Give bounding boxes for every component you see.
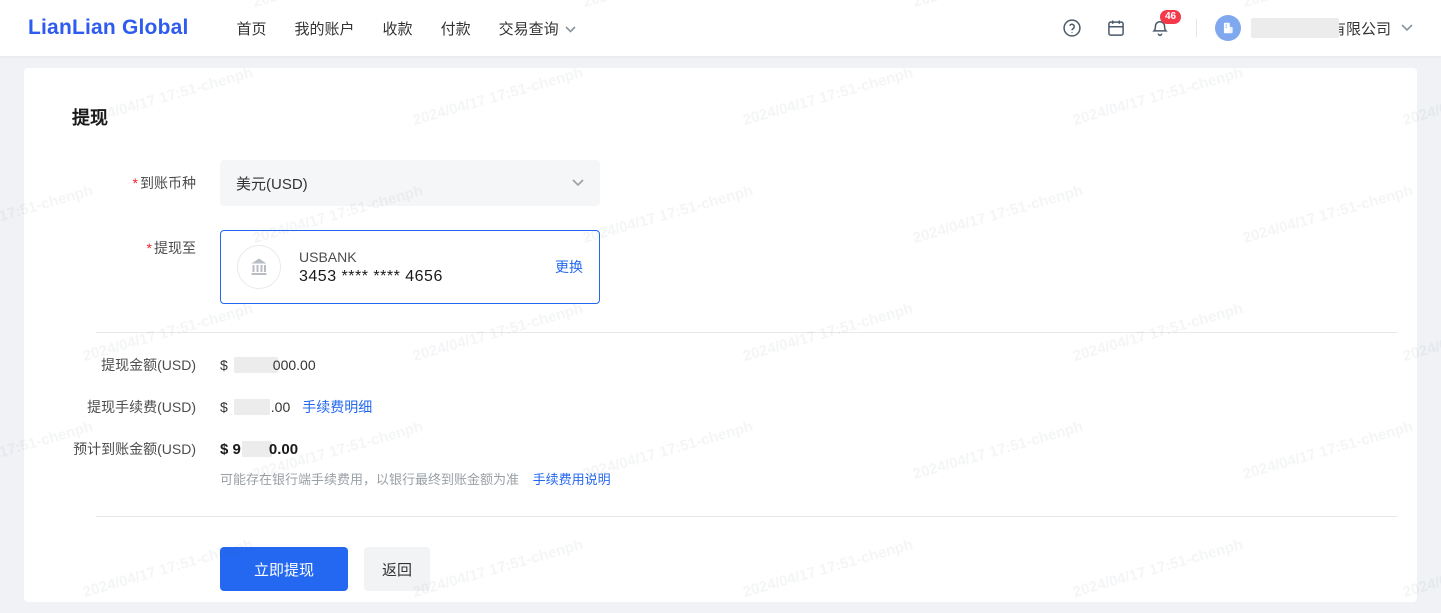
calendar-icon[interactable] [1106, 18, 1126, 38]
lianlian-global-logo[interactable]: LianLian Global [28, 16, 189, 40]
bank-account-card[interactable]: USBANK 3453 **** **** 4656 更换 [220, 230, 600, 304]
fee-detail-link[interactable]: 手续费明细 [302, 397, 372, 417]
nav-item-transactions[interactable]: 交易查询 [485, 18, 590, 39]
estimated-amount-row: 预计到账金额(USD) $ 9 0.00 [72, 439, 1417, 459]
company-name-redaction [1250, 18, 1339, 38]
withdraw-to-label: * 提现至 [146, 240, 196, 256]
company-avatar [1214, 15, 1241, 41]
bank-fee-note-row: 可能存在银行端手续费用，以银行最终到账金额为准 手续费用说明 [72, 469, 1417, 488]
withdraw-amount-value: $ 000.00 [220, 357, 316, 373]
chevron-down-icon [572, 174, 584, 192]
withdraw-amount-label: 提现金额(USD) [101, 357, 196, 373]
company-name: 有限公司 [1330, 20, 1391, 38]
main-nav: 首页 我的账户 收款 付款 交易查询 [223, 18, 590, 39]
change-bank-link[interactable]: 更换 [555, 257, 583, 277]
bank-name: USBANK [299, 248, 357, 265]
chevron-down-icon [565, 20, 576, 37]
chevron-down-icon [1401, 19, 1413, 37]
amount-redaction [233, 399, 270, 415]
page-title: 提现 [72, 108, 108, 128]
help-icon[interactable] [1062, 18, 1082, 38]
amount-redaction [241, 441, 272, 457]
top-navbar: LianLian Global 首页 我的账户 收款 付款 交易查询 46 有限… [0, 0, 1441, 56]
notifications-bell-icon[interactable]: 46 [1150, 10, 1182, 38]
notification-count-badge: 46 [1159, 10, 1182, 24]
fee-explanation-link[interactable]: 手续费用说明 [533, 472, 611, 487]
estimated-amount-label: 预计到账金额(USD) [73, 441, 196, 457]
currency-row: * 到账币种 美元(USD) [72, 160, 1417, 206]
fee-value: $ .00 手续费明细 [220, 397, 373, 417]
account-menu[interactable]: 有限公司 [1214, 15, 1413, 41]
currency-label: * 到账币种 [132, 175, 196, 191]
withdraw-amount-row: 提现金额(USD) $ 000.00 [72, 355, 1417, 375]
withdraw-now-button[interactable]: 立即提现 [220, 547, 348, 591]
withdraw-to-row: * 提现至 USBANK 3453 **** **** 4656 更换 [72, 230, 1417, 304]
action-buttons: 立即提现 返回 [220, 547, 1417, 591]
nav-item-receive[interactable]: 收款 [369, 18, 427, 39]
bank-icon [237, 245, 281, 289]
nav-item-pay[interactable]: 付款 [427, 18, 485, 39]
header-divider [1195, 19, 1197, 37]
back-button[interactable]: 返回 [364, 547, 430, 591]
fee-row: 提现手续费(USD) $ .00 手续费明细 [72, 397, 1417, 417]
required-asterisk: * [146, 240, 152, 256]
withdraw-panel: 提现 * 到账币种 美元(USD) * 提现至 USBANK 3453 ****… [24, 68, 1417, 602]
estimated-amount-value: $ 9 0.00 [220, 440, 299, 458]
currency-selected-value: 美元(USD) [236, 175, 308, 193]
nav-item-my-account[interactable]: 我的账户 [281, 18, 369, 39]
section-divider [96, 332, 1397, 333]
required-asterisk: * [132, 175, 138, 191]
fee-label: 提现手续费(USD) [87, 399, 196, 415]
section-divider [96, 516, 1397, 517]
bank-fee-note: 可能存在银行端手续费用，以银行最终到账金额为准 手续费用说明 [220, 472, 611, 487]
currency-select[interactable]: 美元(USD) [220, 160, 600, 206]
header-actions: 46 有限公司 [1038, 10, 1413, 41]
nav-item-home[interactable]: 首页 [223, 18, 281, 39]
amount-redaction [233, 357, 278, 373]
bank-account-number: 3453 **** **** 4656 [299, 267, 443, 285]
